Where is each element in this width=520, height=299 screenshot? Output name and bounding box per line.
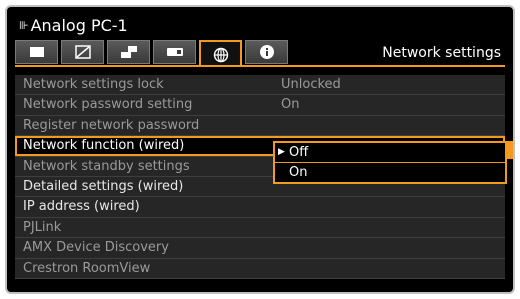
tab-underline (15, 65, 505, 67)
tab-install-settings[interactable] (107, 40, 150, 64)
dropdown-option-label: On (289, 165, 308, 180)
menu-item-network-settings-lock[interactable]: Network settings lock Unlocked (15, 75, 505, 96)
system-settings-icon (166, 48, 183, 56)
menu-item-register-network-password[interactable]: Register network password (15, 115, 505, 137)
install-settings-icon (120, 46, 137, 58)
menu-item-label: Detailed settings (wired) (23, 178, 184, 194)
dropdown-option-on[interactable]: On (275, 162, 505, 182)
tab-screen-settings[interactable] (61, 40, 104, 64)
selected-marker-icon: ▶ (278, 147, 285, 157)
menu-item-label: Network password setting (23, 97, 193, 113)
network-globe-icon (213, 47, 228, 62)
menu-item-label: Network standby settings (23, 158, 190, 174)
menu-item-label: IP address (wired) (23, 199, 140, 215)
menu-item-pjlink[interactable]: PJLink (15, 217, 505, 239)
menu-item-label: Crestron RoomView (23, 260, 151, 276)
screen-settings-icon (74, 45, 91, 59)
dropdown-option-label: Off (289, 145, 309, 160)
projector-menu-window: ⊪ Analog PC-1 Network settings Network s… (5, 5, 515, 294)
dropdown-option-off[interactable]: ▶ Off (275, 143, 505, 162)
tab-network-settings[interactable] (199, 40, 242, 67)
menu-item-label: AMX Device Discovery (23, 240, 169, 256)
menu-item-crestron-roomview[interactable]: Crestron RoomView (15, 258, 505, 279)
picture-adjustment-icon (29, 47, 44, 57)
network-function-dropdown: ▶ Off On (273, 141, 507, 184)
menu-item-label: Network function (wired) (23, 138, 185, 154)
menu-item-ip-address-wired[interactable]: IP address (wired) (15, 197, 505, 218)
input-source-label: Analog PC-1 (30, 16, 128, 35)
tab-information[interactable] (245, 40, 288, 64)
menu-item-value: On (281, 97, 300, 113)
menu-item-value: Unlocked (281, 77, 341, 92)
input-source-title: ⊪ Analog PC-1 (19, 15, 128, 37)
input-source-icon: ⊪ (19, 19, 29, 32)
menu-tab-bar (15, 40, 291, 67)
menu-title: Network settings (382, 45, 501, 61)
information-icon (259, 45, 274, 59)
menu-item-network-password-setting[interactable]: Network password setting On (15, 95, 505, 116)
menu-item-label: PJLink (23, 219, 62, 235)
menu-item-amx-device-discovery[interactable]: AMX Device Discovery (15, 238, 505, 259)
tab-picture-adjustment[interactable] (15, 40, 58, 64)
menu-item-label: Register network password (23, 117, 200, 133)
menu-item-label: Network settings lock (23, 77, 164, 92)
tab-system-settings[interactable] (153, 40, 196, 64)
